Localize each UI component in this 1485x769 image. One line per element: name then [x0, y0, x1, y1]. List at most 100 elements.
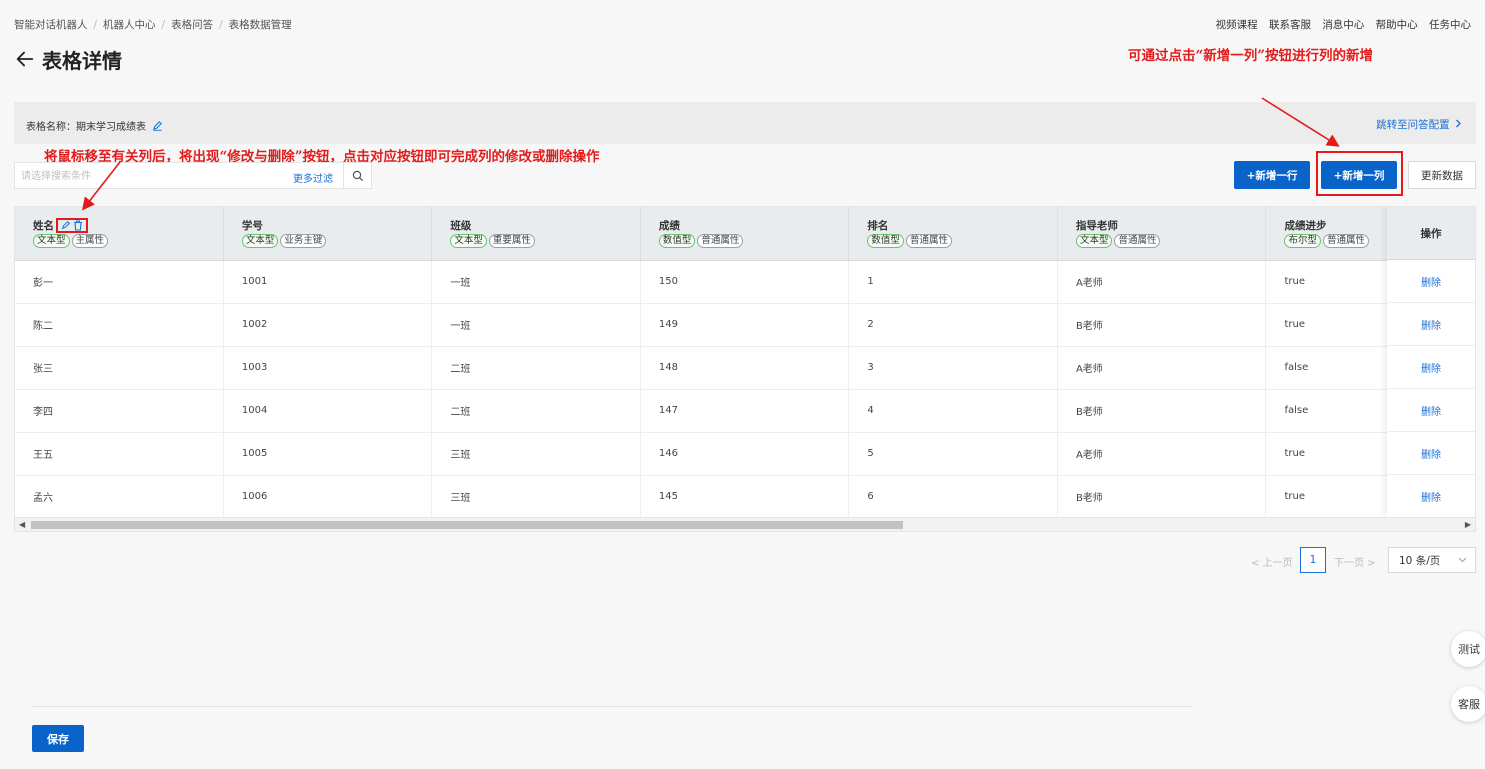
data-table: 姓名 文本型 主属性 学号 文本型 业务主键 班级 文本型 重要属性 成绩 数值… — [14, 206, 1476, 532]
column-header-name[interactable]: 姓名 文本型 主属性 — [15, 207, 224, 261]
table-cell: 4 — [848, 389, 1058, 433]
table-cell: 王五 — [15, 432, 224, 476]
top-link-help[interactable]: 帮助中心 — [1376, 19, 1418, 31]
table-info-bar: 表格名称：期末学习成绩表 跳转至问答配置 — [14, 102, 1476, 144]
table-cell: B老师 — [1057, 303, 1267, 347]
search-input[interactable] — [21, 167, 271, 185]
table-cell: B老师 — [1057, 475, 1267, 519]
top-link-messages[interactable]: 消息中心 — [1322, 19, 1364, 31]
trash-icon[interactable] — [73, 220, 83, 231]
table-name-text: 表格名称：期末学习成绩表 — [26, 122, 146, 133]
table-cell: 1005 — [223, 432, 433, 476]
footer-divider — [32, 706, 1193, 707]
delete-row-link[interactable]: 删除 — [1387, 432, 1475, 475]
column-title: 指导老师 — [1075, 219, 1118, 232]
support-float-button[interactable]: 客服 — [1451, 686, 1485, 722]
delete-row-link[interactable]: 删除 — [1387, 260, 1475, 303]
type-tag: 文本型 — [241, 234, 279, 249]
table-cell: 二班 — [431, 346, 641, 390]
column-header-teacher[interactable]: 指导老师 文本型 普通属性 — [1057, 207, 1267, 261]
table-cell: 一班 — [431, 303, 641, 347]
add-row-button[interactable]: +新增一行 — [1234, 161, 1310, 189]
table-cell: 1002 — [223, 303, 433, 347]
delete-row-link[interactable]: 删除 — [1387, 346, 1475, 389]
table-grid: 姓名 文本型 主属性 学号 文本型 业务主键 班级 文本型 重要属性 成绩 数值… — [15, 207, 1475, 519]
table-row: 李四 1004 二班 147 4 B老师 false — [15, 389, 1475, 433]
jump-to-qa-config-link[interactable]: 跳转至问答配置 — [1376, 117, 1462, 132]
back-arrow-icon[interactable] — [14, 48, 36, 70]
table-cell: 三班 — [431, 475, 641, 519]
top-link-tasks[interactable]: 任务中心 — [1429, 19, 1471, 31]
attribute-tag: 普通属性 — [1114, 234, 1161, 249]
column-title: 学号 — [241, 219, 263, 232]
next-page-button[interactable]: 下一页 > — [1334, 554, 1376, 569]
column-header-score[interactable]: 成绩 数值型 普通属性 — [640, 207, 850, 261]
scroll-left-icon[interactable]: ◀ — [19, 520, 25, 529]
table-cell: 二班 — [431, 389, 641, 433]
attribute-tag: 业务主键 — [280, 234, 327, 249]
table-cell: 1004 — [223, 389, 433, 433]
table-cell: 陈二 — [15, 303, 224, 347]
top-link-support[interactable]: 联系客服 — [1269, 19, 1311, 31]
table-name-label: 表格名称：期末学习成绩表 — [26, 118, 163, 133]
table-cell: 145 — [640, 475, 850, 519]
top-links: 视频课程 联系客服 消息中心 帮助中心 任务中心 — [1208, 17, 1471, 32]
table-cell: 146 — [640, 432, 850, 476]
table-cell: 147 — [640, 389, 850, 433]
attribute-tag: 普通属性 — [697, 234, 744, 249]
table-cell: 李四 — [15, 389, 224, 433]
save-button[interactable]: 保存 — [32, 725, 84, 752]
column-header-id[interactable]: 学号 文本型 业务主键 — [223, 207, 433, 261]
page-number-current[interactable]: 1 — [1300, 547, 1326, 573]
breadcrumb-item[interactable]: 机器人中心 — [103, 19, 156, 31]
add-column-button[interactable]: +新增一列 — [1321, 161, 1397, 189]
table-cell: 1006 — [223, 475, 433, 519]
column-title: 成绩 — [658, 219, 680, 232]
more-filter-link[interactable]: 更多过滤 — [293, 170, 333, 185]
edit-icon[interactable] — [152, 120, 163, 131]
column-title: 排名 — [867, 219, 889, 232]
column-title: 成绩进步 — [1284, 219, 1327, 232]
chevron-down-icon — [1458, 557, 1467, 563]
edit-icon[interactable] — [61, 220, 71, 230]
table-cell: 一班 — [431, 260, 641, 304]
breadcrumb-item[interactable]: 智能对话机器人 — [14, 19, 88, 31]
column-title: 姓名 — [33, 219, 54, 232]
table-cell: 149 — [640, 303, 850, 347]
column-header-class[interactable]: 班级 文本型 重要属性 — [431, 207, 641, 261]
annotation-add-column: 可通过点击“新增一列”按钮进行列的新增 — [1128, 48, 1374, 64]
table-header-row: 姓名 文本型 主属性 学号 文本型 业务主键 班级 文本型 重要属性 成绩 数值… — [15, 207, 1475, 261]
table-cell: B老师 — [1057, 389, 1267, 433]
table-cell: 孟六 — [15, 475, 224, 519]
page-header: 表格详情 — [14, 44, 122, 74]
table-cell: A老师 — [1057, 260, 1267, 304]
table-cell: 张三 — [15, 346, 224, 390]
table-cell: 3 — [848, 346, 1058, 390]
type-tag: 数值型 — [867, 234, 904, 249]
scroll-right-icon[interactable]: ▶ — [1465, 520, 1471, 529]
attribute-tag: 重要属性 — [488, 234, 535, 249]
scrollbar-thumb[interactable] — [31, 521, 903, 529]
table-cell: 2 — [848, 303, 1058, 347]
table-cell: A老师 — [1057, 346, 1267, 390]
column-header-rank[interactable]: 排名 数值型 普通属性 — [848, 207, 1058, 261]
page-size-select[interactable]: 10 条/页 — [1388, 547, 1476, 573]
type-tag: 布尔型 — [1284, 234, 1321, 249]
attribute-tag: 普通属性 — [905, 234, 952, 249]
breadcrumb-item[interactable]: 表格问答 — [171, 19, 213, 31]
delete-row-link[interactable]: 删除 — [1387, 303, 1475, 346]
table-row: 彭一 1001 一班 150 1 A老师 true — [15, 260, 1475, 304]
table-cell: A老师 — [1057, 432, 1267, 476]
update-data-button[interactable]: 更新数据 — [1408, 161, 1476, 189]
prev-page-button[interactable]: < 上一页 — [1251, 554, 1293, 569]
jump-link-label: 跳转至问答配置 — [1376, 119, 1450, 131]
horizontal-scrollbar[interactable]: ◀ ▶ — [15, 517, 1475, 531]
test-float-button[interactable]: 测试 — [1451, 631, 1485, 667]
type-tag: 数值型 — [658, 234, 696, 249]
table-cell: 1001 — [223, 260, 433, 304]
top-link-video[interactable]: 视频课程 — [1216, 19, 1258, 31]
delete-row-link[interactable]: 删除 — [1387, 389, 1475, 432]
search-icon — [352, 170, 363, 181]
delete-row-link[interactable]: 删除 — [1387, 475, 1475, 518]
search-button[interactable] — [343, 163, 371, 188]
